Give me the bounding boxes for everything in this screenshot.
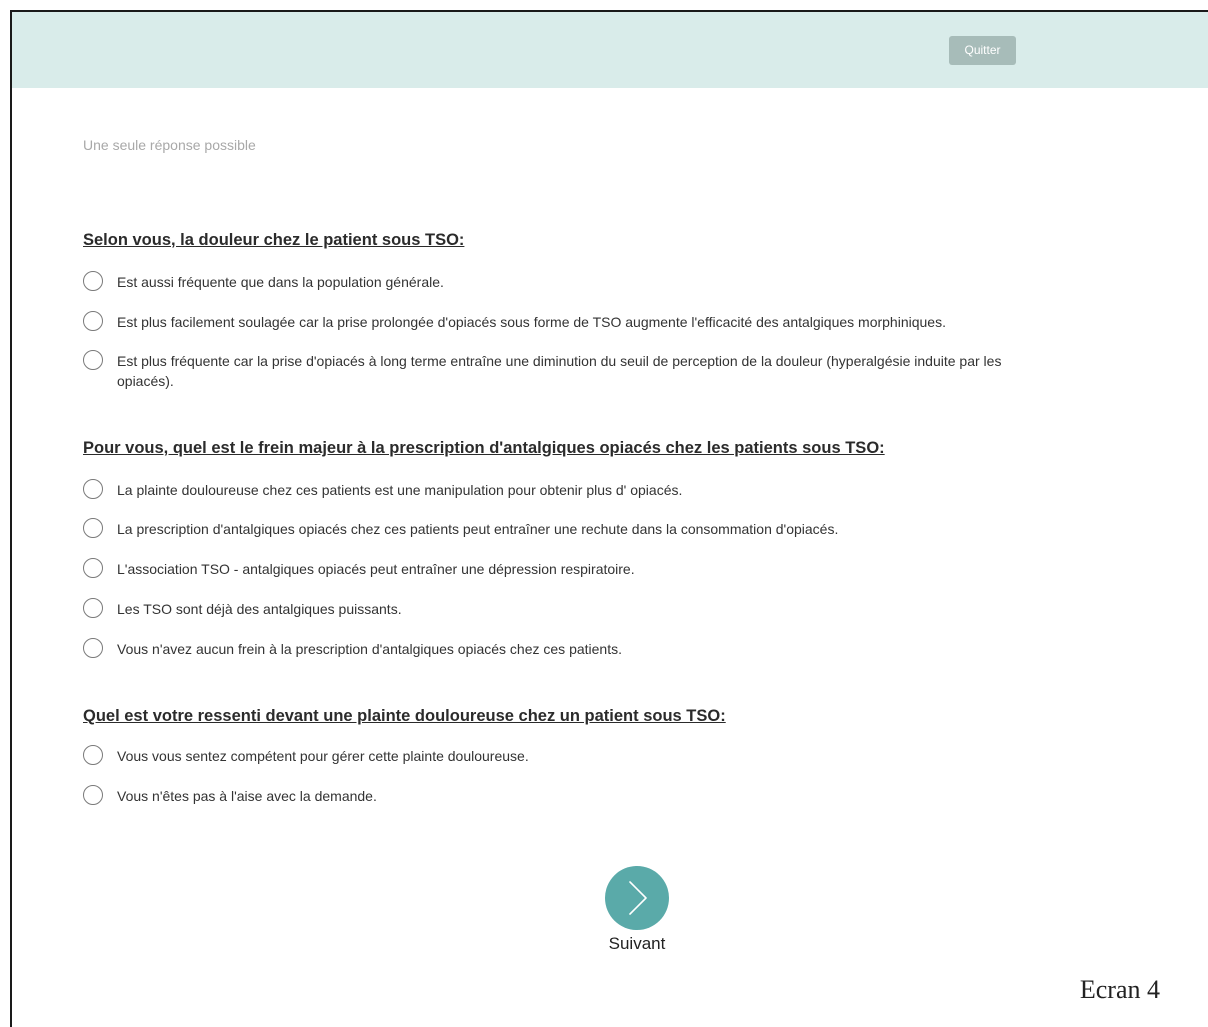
radio-button[interactable] xyxy=(83,479,103,499)
radio-button[interactable] xyxy=(83,745,103,765)
single-answer-hint: Une seule réponse possible xyxy=(83,137,256,153)
question-3-title: Quel est votre ressenti devant une plain… xyxy=(83,707,726,725)
option-label: Est plus fréquente car la prise d'opiacé… xyxy=(117,353,1002,389)
survey-screen: Quitter Une seule réponse possible Selon… xyxy=(10,10,1208,1027)
option-label: Vous n'avez aucun frein à la prescriptio… xyxy=(117,641,622,657)
option-label: Les TSO sont déjà des antalgiques puissa… xyxy=(117,601,402,617)
option-label: Vous n'êtes pas à l'aise avec la demande… xyxy=(117,788,377,804)
option-label: Vous vous sentez compétent pour gérer ce… xyxy=(117,748,529,764)
header-bar: Quitter xyxy=(12,12,1208,88)
radio-button[interactable] xyxy=(83,785,103,805)
screen-number-label: Ecran 4 xyxy=(1079,975,1160,1004)
option-label: La plainte douloureuse chez ces patients… xyxy=(117,482,683,498)
radio-button[interactable] xyxy=(83,518,103,538)
option-label: Est aussi fréquente que dans la populati… xyxy=(117,274,444,290)
option-label: L'association TSO - antalgiques opiacés … xyxy=(117,561,635,577)
question-1-title: Selon vous, la douleur chez le patient s… xyxy=(83,231,465,249)
option-label: Est plus facilement soulagée car la pris… xyxy=(117,314,946,330)
chevron-right-icon xyxy=(629,881,647,915)
next-label: Suivant xyxy=(608,934,666,953)
quit-button[interactable]: Quitter xyxy=(949,36,1016,65)
question-2-title: Pour vous, quel est le frein majeur à la… xyxy=(83,439,885,457)
next-button[interactable] xyxy=(605,866,669,930)
radio-button[interactable] xyxy=(83,638,103,658)
option-label: La prescription d'antalgiques opiacés ch… xyxy=(117,521,839,537)
radio-button[interactable] xyxy=(83,271,103,291)
radio-button[interactable] xyxy=(83,558,103,578)
radio-button[interactable] xyxy=(83,598,103,618)
radio-button[interactable] xyxy=(83,311,103,331)
radio-button[interactable] xyxy=(83,350,103,370)
